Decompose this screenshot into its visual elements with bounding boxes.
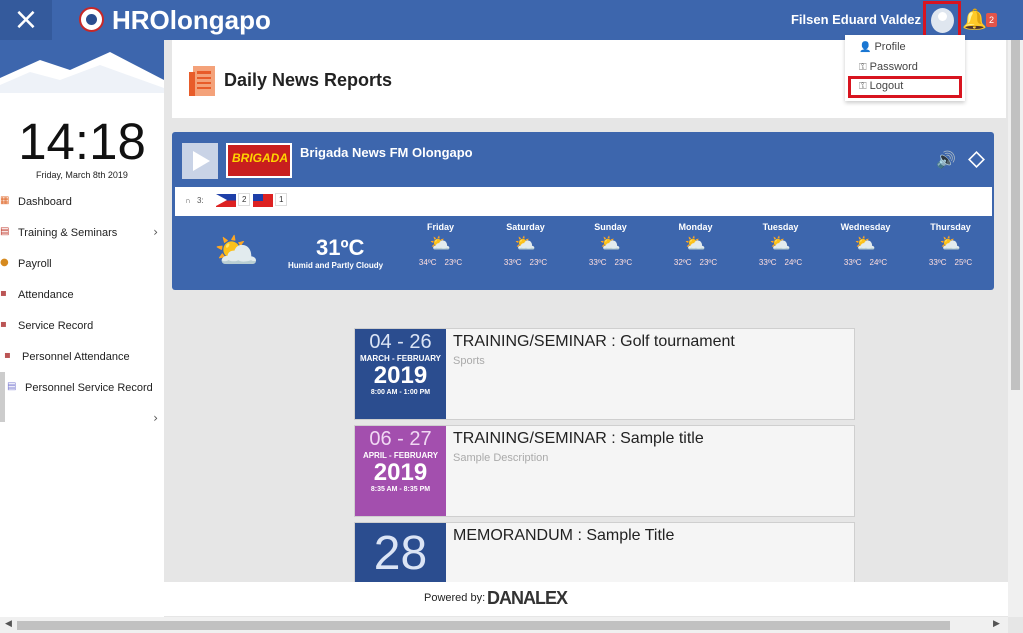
sidebar-item-training[interactable]: ▤ Training & Seminars ›: [0, 223, 164, 247]
partly-cloudy-icon: ⛅: [214, 231, 259, 272]
attendance-icon: ▪: [0, 288, 7, 299]
forecast-day: Saturday ⛅ 33ºC 23ºC: [483, 222, 568, 267]
partly-cloudy-icon: ⛅: [599, 234, 622, 254]
top-bar: × HROlongapo Filsen Eduard Valdez 🔔 2: [0, 0, 1023, 40]
logout-menu-item[interactable]: ⚿ Logout: [859, 80, 903, 92]
user-icon: 👤: [859, 42, 872, 53]
forecast-day: Tuesday ⛅ 33ºC 24ºC: [738, 222, 823, 267]
partly-cloudy-icon: ⛅: [514, 234, 537, 254]
key-icon: ⚿: [859, 62, 867, 73]
partly-cloudy-icon: ⛅: [429, 234, 452, 254]
listeners-bar: ∩ 3: 2 1: [175, 187, 992, 216]
headphones-icon: ∩: [185, 196, 191, 205]
event-description: Sports: [453, 355, 485, 367]
page-title: Daily News Reports: [224, 70, 393, 90]
personnel-attendance-icon: ▪: [4, 350, 11, 361]
partly-cloudy-icon: ⛅: [769, 234, 792, 254]
cube-icon[interactable]: [968, 151, 985, 168]
partly-cloudy-icon: ⛅: [854, 234, 877, 254]
tw-listener-count: 1: [275, 193, 288, 206]
weather-widget: ⛅ 31ºC Humid and Partly Cloudy Friday ⛅ …: [172, 216, 994, 290]
newspaper-icon: [189, 66, 215, 96]
forecast-day: Sunday ⛅ 33ºC 23ºC: [568, 222, 653, 267]
radio-player-card: BRIGADA Brigada News FM Olongapo 🔊 ∩ 3: …: [172, 132, 994, 290]
powered-by-label: Powered by:: [424, 592, 486, 604]
clock-date: Friday, March 8th 2019: [36, 170, 128, 180]
vertical-scrollbar[interactable]: [1008, 40, 1023, 617]
notification-badge: 2: [986, 13, 998, 27]
chevron-right-icon: ›: [153, 411, 158, 425]
current-weather-description: Humid and Partly Cloudy: [288, 261, 384, 270]
password-menu-item[interactable]: ⚿ Password: [859, 61, 918, 73]
calendar-icon: ▤: [0, 226, 10, 237]
event-date-block: 06 - 27 APRIL - FEBRUARY 2019 8:35 AM - …: [355, 426, 446, 516]
city-seal-logo: [79, 7, 104, 32]
event-title: TRAINING/SEMINAR : Sample title: [453, 430, 704, 447]
dashboard-icon: ▦: [0, 195, 10, 206]
brigada-logo: BRIGADA: [226, 143, 292, 178]
event-card[interactable]: 06 - 27 APRIL - FEBRUARY 2019 8:35 AM - …: [354, 425, 855, 517]
personnel-service-icon: ▤: [7, 381, 17, 392]
scroll-left-icon[interactable]: ◀: [5, 619, 12, 629]
app-name[interactable]: HROlongapo: [112, 5, 271, 36]
close-icon: ×: [13, 2, 39, 37]
user-name: Filsen Eduard Valdez: [790, 12, 921, 27]
volume-icon[interactable]: 🔊: [936, 150, 956, 169]
forecast-day: Wednesday ⛅ 33ºC 24ºC: [823, 222, 908, 267]
forecast-day: Monday ⛅ 32ºC 23ºC: [653, 222, 738, 267]
sidebar-item-payroll[interactable]: ● Payroll: [0, 254, 164, 278]
user-dropdown-menu: 👤 Profile ⚿ Password ⚿ Logout: [845, 35, 965, 101]
sidebar-item-attendance[interactable]: ▪ Attendance: [0, 285, 164, 309]
event-date-block: 04 - 26 MARCH - FEBRUARY 2019 8:00 AM - …: [355, 329, 446, 419]
payroll-icon: ●: [0, 257, 9, 268]
forecast-day: Thursday ⛅ 33ºC 25ºC: [908, 222, 993, 267]
scroll-right-icon[interactable]: ▶: [993, 619, 1000, 629]
avatar: [931, 8, 954, 33]
play-button[interactable]: [182, 143, 218, 179]
partly-cloudy-icon: ⛅: [684, 234, 707, 254]
user-avatar-button[interactable]: [923, 1, 961, 39]
sidebar-item-personnel-service-record[interactable]: ▤ Personnel Service Record: [0, 378, 164, 402]
service-record-icon: ▪: [0, 319, 7, 330]
footer: Powered by: DANALEX: [164, 582, 1008, 616]
bell-icon[interactable]: 🔔: [962, 7, 987, 31]
sidebar-item-more[interactable]: ›: [0, 409, 164, 433]
sidebar: 14:18 Friday, March 8th 2019 ▦ Dashboard…: [0, 40, 164, 620]
close-menu-button[interactable]: ×: [0, 0, 52, 40]
ph-listener-count: 2: [238, 193, 251, 206]
forecast-day: Friday ⛅ 34ºC 23ºC: [398, 222, 483, 267]
clock-time: 14:18: [18, 113, 146, 170]
event-title: TRAINING/SEMINAR : Golf tournament: [453, 333, 735, 350]
station-name: Brigada News FM Olongapo: [300, 145, 473, 160]
sidebar-item-personnel-attendance[interactable]: ▪ Personnel Attendance: [0, 347, 164, 371]
sidebar-item-dashboard[interactable]: ▦ Dashboard: [0, 192, 164, 216]
vertical-scroll-thumb[interactable]: [1011, 40, 1020, 390]
profile-menu-item[interactable]: 👤 Profile: [859, 41, 906, 53]
key-icon: ⚿: [859, 81, 867, 92]
event-description: Sample Description: [453, 452, 549, 464]
mountain-banner: [0, 40, 164, 93]
listeners-count: 3:: [197, 196, 204, 205]
horizontal-scrollbar[interactable]: ◀ ▶: [0, 617, 1008, 633]
event-card[interactable]: 04 - 26 MARCH - FEBRUARY 2019 8:00 AM - …: [354, 328, 855, 420]
philippines-flag-icon: [216, 194, 236, 207]
event-title: MEMORANDUM : Sample Title: [453, 527, 675, 544]
current-temperature: 31ºC: [316, 235, 365, 260]
sidebar-item-service-record[interactable]: ▪ Service Record: [0, 316, 164, 340]
chevron-right-icon: ›: [153, 225, 158, 239]
danalex-logo: DANALEX: [487, 588, 568, 608]
taiwan-flag-icon: [253, 194, 273, 207]
horizontal-scroll-thumb[interactable]: [17, 621, 950, 630]
partly-cloudy-icon: ⛅: [939, 234, 962, 254]
